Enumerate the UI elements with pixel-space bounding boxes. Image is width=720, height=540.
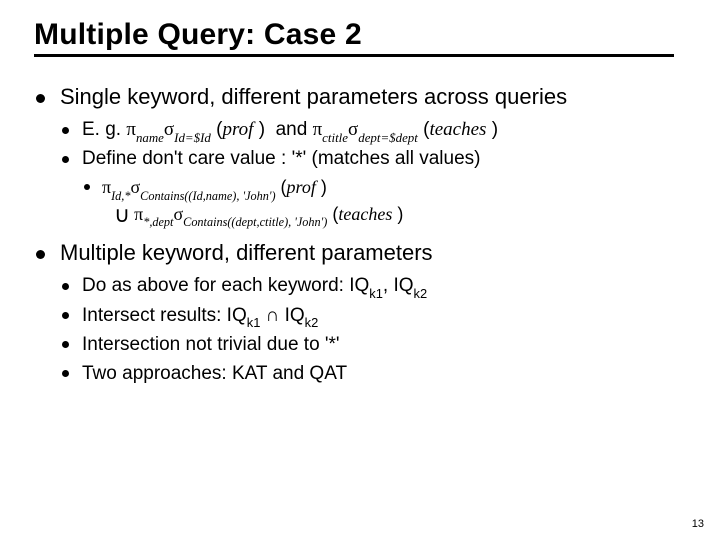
list-item: Multiple keyword, different parameters Do… bbox=[34, 239, 690, 385]
list-item-text: Single keyword, different parameters acr… bbox=[60, 84, 567, 109]
list-item-text: Do as above for each keyword: IQk1, IQk2 bbox=[82, 275, 427, 296]
list-item-text: Multiple keyword, different parameters bbox=[60, 240, 433, 265]
title-underline bbox=[34, 54, 674, 57]
list-item: Single keyword, different parameters acr… bbox=[34, 83, 690, 229]
list-item: πId,*σContains((Id,name), 'John') (prof … bbox=[82, 175, 690, 229]
slide: Multiple Query: Case 2 Single keyword, d… bbox=[0, 0, 720, 406]
slide-title: Multiple Query: Case 2 bbox=[34, 18, 690, 52]
list-item-text: πId,*σContains((Id,name), 'John') (prof … bbox=[102, 177, 690, 229]
list-item-text: E. g. πnameσId=$Id (prof ) and πctitleσd… bbox=[82, 119, 498, 140]
list-item-text: Two approaches: KAT and QAT bbox=[82, 363, 347, 384]
list-item: E. g. πnameσId=$Id (prof ) and πctitleσd… bbox=[60, 117, 690, 142]
list-item: Two approaches: KAT and QAT bbox=[60, 361, 690, 386]
list-level-2: Do as above for each keyword: IQk1, IQk2… bbox=[60, 273, 690, 385]
list-level-2: E. g. πnameσId=$Id (prof ) and πctitleσd… bbox=[60, 117, 690, 229]
page-number: 13 bbox=[692, 518, 704, 530]
list-item-text: Intersect results: IQk1 ∩ IQk2 bbox=[82, 305, 318, 326]
list-item: Define don't care value : '*' (matches a… bbox=[60, 146, 690, 229]
list-item: Intersection not trivial due to '*' bbox=[60, 332, 690, 357]
list-level-3: πId,*σContains((Id,name), 'John') (prof … bbox=[82, 175, 690, 229]
list-item-text: Define don't care value : '*' (matches a… bbox=[82, 148, 480, 169]
list-item-text: Intersection not trivial due to '*' bbox=[82, 334, 340, 355]
list-item: Do as above for each keyword: IQk1, IQk2 bbox=[60, 273, 690, 298]
list-item: Intersect results: IQk1 ∩ IQk2 bbox=[60, 303, 690, 328]
list-level-1: Single keyword, different parameters acr… bbox=[34, 83, 690, 386]
